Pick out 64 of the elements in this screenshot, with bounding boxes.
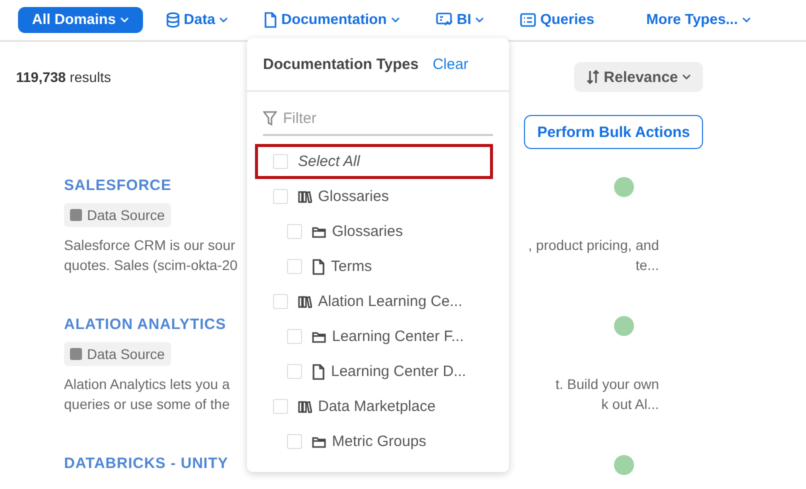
books-icon bbox=[298, 190, 312, 202]
checkbox[interactable] bbox=[273, 189, 288, 204]
result-description: Alation Analytics lets you a bbox=[64, 375, 230, 394]
document-icon bbox=[312, 364, 325, 380]
dropdown-title: Documentation Types bbox=[263, 56, 419, 72]
folder-icon bbox=[312, 436, 326, 448]
results-count: 119,738 results bbox=[16, 69, 111, 85]
checkbox[interactable] bbox=[273, 399, 288, 414]
result-description: t. Build your own bbox=[556, 375, 659, 394]
clear-link[interactable]: Clear bbox=[432, 56, 468, 72]
caret-icon bbox=[390, 17, 400, 23]
bulk-actions-button[interactable]: Perform Bulk Actions bbox=[524, 115, 703, 149]
folder-icon bbox=[312, 226, 326, 238]
status-icon bbox=[614, 177, 634, 197]
checkbox[interactable] bbox=[287, 434, 302, 449]
type-filter-tab[interactable]: More Types... bbox=[646, 7, 751, 33]
type-tag: Data Source bbox=[64, 203, 171, 227]
result-description: k out Al... bbox=[601, 395, 659, 414]
sort-button[interactable]: Relevance bbox=[574, 62, 703, 92]
status-icon bbox=[614, 316, 634, 336]
result-title-link[interactable]: SALESFORCE bbox=[64, 177, 172, 194]
domain-filter-button[interactable]: All Domains bbox=[18, 7, 143, 33]
type-tag: Data Source bbox=[64, 342, 171, 366]
document-icon bbox=[264, 12, 278, 28]
status-icon bbox=[614, 455, 634, 475]
option-label[interactable]: Learning Center D... bbox=[331, 363, 466, 380]
option-label[interactable]: Data Marketplace bbox=[318, 398, 436, 415]
folder-icon bbox=[312, 330, 326, 342]
option-label[interactable]: Glossaries bbox=[332, 223, 403, 240]
type-filter-tab[interactable]: Queries bbox=[520, 7, 594, 33]
checkbox[interactable] bbox=[273, 154, 288, 169]
document-icon bbox=[312, 258, 325, 274]
caret-icon bbox=[682, 74, 691, 80]
select-all-option[interactable]: Select All bbox=[298, 153, 360, 170]
books-icon bbox=[298, 296, 312, 308]
option-label[interactable]: Terms bbox=[331, 258, 372, 275]
sort-icon bbox=[586, 70, 600, 84]
result-description: queries or use some of the bbox=[64, 395, 230, 414]
checkbox[interactable] bbox=[287, 364, 302, 379]
list-icon bbox=[520, 13, 536, 27]
result-title-link[interactable]: ALATION ANALYTICS bbox=[64, 316, 226, 333]
checkbox[interactable] bbox=[273, 294, 288, 309]
option-label[interactable]: Learning Center F... bbox=[332, 328, 464, 345]
caret-icon bbox=[475, 17, 484, 23]
checkbox[interactable] bbox=[287, 259, 302, 274]
type-filter-tab[interactable]: Data bbox=[166, 7, 228, 33]
caret-icon bbox=[742, 17, 751, 23]
option-label[interactable]: Glossaries bbox=[318, 188, 389, 205]
type-filter-tab[interactable]: BI bbox=[436, 7, 484, 33]
chart-icon bbox=[436, 12, 453, 28]
result-description: te... bbox=[636, 256, 659, 275]
result-title-link[interactable]: DATABRICKS - UNITY bbox=[64, 455, 228, 472]
option-label[interactable]: Metric Groups bbox=[332, 433, 426, 450]
books-icon bbox=[298, 400, 312, 412]
checkbox[interactable] bbox=[287, 329, 302, 344]
option-label[interactable]: Alation Learning Ce... bbox=[318, 293, 462, 310]
checkbox[interactable] bbox=[287, 224, 302, 239]
result-description: quotes. Sales (scim-okta-20 bbox=[64, 256, 238, 275]
type-filter-tab[interactable]: Documentation bbox=[264, 7, 400, 33]
caret-icon bbox=[219, 17, 228, 23]
caret-icon bbox=[120, 17, 129, 23]
result-description: Salesforce CRM is our sour bbox=[64, 236, 236, 255]
filter-icon bbox=[263, 110, 277, 126]
result-description: , product pricing, and bbox=[528, 236, 659, 255]
